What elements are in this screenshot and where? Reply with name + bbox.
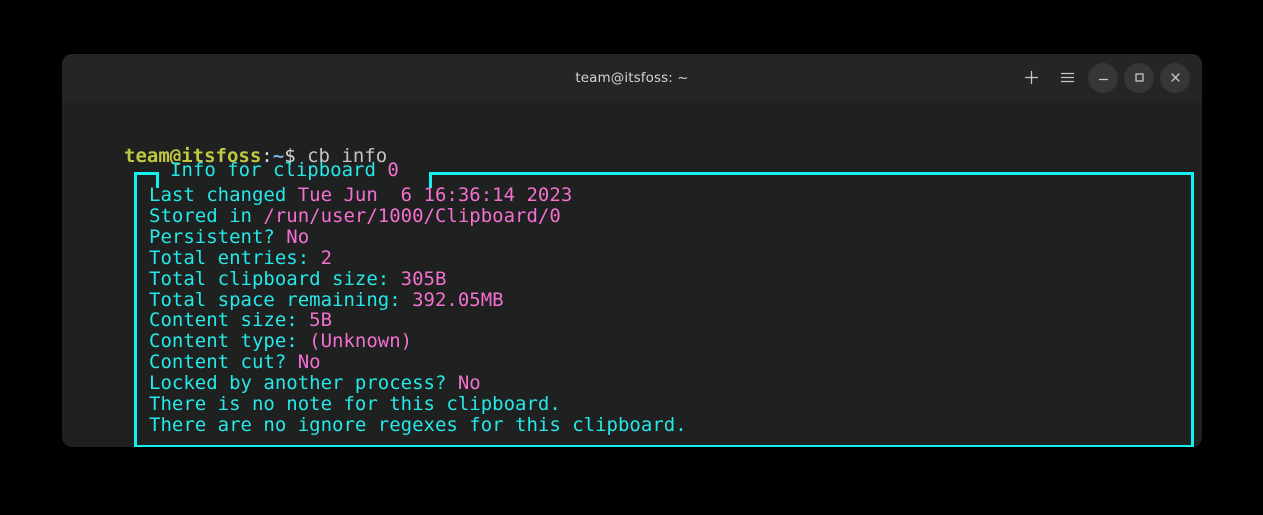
new-tab-button[interactable] — [1016, 63, 1046, 93]
info-row-label: Content cut? — [149, 351, 298, 374]
info-row: Stored in /run/user/1000/Clipboard/0 — [149, 204, 687, 227]
info-row: Content size: 5B — [149, 310, 687, 331]
maximize-button[interactable] — [1124, 62, 1154, 93]
clipboard-info-box: Info for clipboard 0 Last changed Tue Ju… — [134, 160, 1194, 447]
info-row-value: No — [286, 225, 310, 248]
info-row-value: (Unknown) — [309, 330, 413, 353]
info-row-value: No — [457, 372, 481, 395]
info-row-label: Persistent? — [149, 225, 287, 248]
info-row: There are no ignore regexes for this cli… — [149, 415, 687, 436]
info-row: Total entries: 2 — [149, 246, 687, 269]
info-box-title-text: Info for clipboard — [170, 159, 388, 181]
info-row: Content type: (Unknown) — [149, 331, 687, 352]
terminal-output-area[interactable]: team@itsfoss:~$ cb info Info for clipboa… — [62, 101, 1202, 447]
maximize-icon — [1133, 71, 1146, 84]
title-bar[interactable]: team@itsfoss: ~ — [62, 54, 1202, 101]
hamburger-menu-icon — [1060, 71, 1075, 84]
info-row-value: No — [297, 351, 321, 374]
info-row-label: There is no note for this clipboard. — [149, 393, 561, 416]
info-row-label: Content type: — [149, 330, 310, 353]
minimize-icon — [1097, 71, 1110, 84]
terminal-window[interactable]: team@itsfoss: ~ team@itsfoss:~$ cb info … — [62, 54, 1202, 447]
plus-icon — [1024, 70, 1039, 85]
info-row: Total space remaining: 392.05MB — [149, 288, 687, 311]
close-icon — [1169, 71, 1182, 84]
info-row-value: Tue Jun 6 16:36:14 2023 — [297, 184, 573, 206]
info-row-value: 392.05MB — [412, 288, 504, 311]
info-box-title: Info for clipboard 0 — [170, 160, 399, 181]
info-row-label: There are no ignore regexes for this cli… — [149, 413, 687, 436]
info-row: Locked by another process? No — [149, 373, 687, 394]
box-top-rule — [429, 172, 1194, 175]
close-button[interactable] — [1160, 62, 1190, 93]
info-rows: Last changed Tue Jun 6 16:36:14 2023 Stor… — [149, 185, 687, 436]
info-row-label: Locked by another process? — [149, 372, 458, 395]
menu-button[interactable] — [1052, 63, 1082, 93]
info-row-value: 305B — [400, 267, 447, 290]
info-row-value: 2 — [320, 246, 333, 269]
info-row-label: Total entries: — [149, 246, 321, 269]
info-row-value: 5B — [309, 309, 333, 332]
window-title: team@itsfoss: ~ — [575, 69, 689, 86]
titlebar-controls — [1016, 54, 1190, 101]
info-box-title-value: 0 — [387, 159, 399, 181]
info-row-label: Last changed — [149, 184, 298, 206]
info-row: Last changed Tue Jun 6 16:36:14 2023 — [149, 185, 687, 206]
info-row: Content cut? No — [149, 352, 687, 373]
info-row-label: Stored in — [149, 204, 264, 227]
info-row-value: /run/user/1000/Clipboard/0 — [263, 204, 561, 227]
info-row: Persistent? No — [149, 225, 687, 248]
minimize-button[interactable] — [1088, 62, 1118, 93]
info-row-label: Total clipboard size: — [149, 267, 401, 290]
info-row-label: Total space remaining: — [149, 288, 413, 311]
info-row: Total clipboard size: 305B — [149, 267, 687, 290]
info-row-label: Content size: — [149, 309, 310, 332]
info-row: There is no note for this clipboard. — [149, 394, 687, 415]
